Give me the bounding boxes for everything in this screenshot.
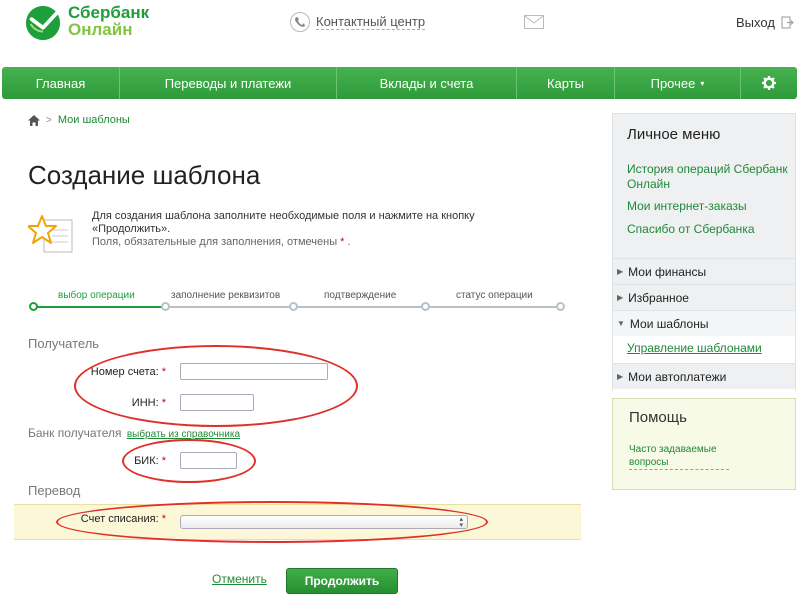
chevron-right-icon: ▶ <box>617 293 624 302</box>
required-mark: * <box>340 236 345 248</box>
inn-input[interactable] <box>180 394 254 411</box>
notice: Для создания шаблона заполните необходим… <box>28 210 522 258</box>
mail-icon[interactable] <box>524 15 544 29</box>
logo-line2: Онлайн <box>68 20 133 39</box>
bank-directory-link[interactable]: выбрать из справочника <box>127 429 240 440</box>
chevron-down-icon: ▾ <box>700 78 705 88</box>
sidebar-link-history[interactable]: История операций Сбербанк Онлайн <box>627 162 789 192</box>
main-nav: Главная Переводы и платежи Вклады и счет… <box>2 67 797 99</box>
nav-item-transfers[interactable]: Переводы и платежи <box>120 67 337 99</box>
header: Сбербанк Онлайн Контактный центр Выход <box>0 0 800 66</box>
chevron-down-icon: ▼ <box>617 319 625 328</box>
faq-link[interactable]: Часто задаваемые вопросы <box>629 443 729 470</box>
annotation-ellipse <box>74 345 358 427</box>
sidebar-item-autopayments[interactable]: ▶ Мои автоплатежи <box>613 363 795 389</box>
step-dot <box>29 302 38 311</box>
contact-center[interactable]: Контактный центр <box>290 12 426 32</box>
step-fill-details: заполнение реквизитов <box>171 290 281 301</box>
step-dot <box>556 302 565 311</box>
cancel-link[interactable]: Отменить <box>212 572 267 586</box>
account-number-input[interactable] <box>180 363 328 380</box>
personal-menu-title: Личное меню <box>627 126 721 143</box>
account-label: Номер счета: * <box>90 366 166 378</box>
chevron-right-icon: ▶ <box>617 267 624 276</box>
bik-label: БИК: * <box>134 455 166 467</box>
breadcrumb-templates[interactable]: Мои шаблоны <box>58 114 130 126</box>
bik-input[interactable] <box>180 452 237 469</box>
star-document-icon <box>28 215 73 253</box>
step-confirm: подтверждение <box>324 290 397 301</box>
sidebar-item-favorites[interactable]: ▶ Избранное <box>613 284 795 310</box>
chevron-right-icon: ▶ <box>617 372 624 381</box>
sberbank-logo-icon <box>25 5 61 41</box>
logo-line1: Сбербанк <box>68 3 150 22</box>
step-status: статус операции <box>456 290 533 301</box>
sidebar-item-templates[interactable]: ▼ Мои шаблоны <box>613 310 795 336</box>
logout-button[interactable]: Выход <box>736 15 794 30</box>
step-dot <box>421 302 430 311</box>
section-bank: Банк получателя выбрать из справочника <box>28 426 241 440</box>
phone-icon <box>290 12 310 32</box>
logout-icon <box>781 16 794 29</box>
step-dot <box>289 302 298 311</box>
contact-center-label[interactable]: Контактный центр <box>316 14 426 30</box>
nav-item-more[interactable]: Прочее ▾ <box>615 67 741 99</box>
sidebar-item-finances[interactable]: ▶ Мои финансы <box>613 258 795 284</box>
nav-item-cards[interactable]: Карты <box>517 67 615 99</box>
logout-label: Выход <box>736 15 775 30</box>
home-icon[interactable] <box>28 114 40 126</box>
page-title: Создание шаблона <box>28 160 261 190</box>
chevron-right-icon: > <box>46 114 52 126</box>
step-select-operation: выбор операции <box>58 290 135 301</box>
debit-account-label: Счет списания: * <box>80 513 166 525</box>
sidebar-link-spasibo[interactable]: Спасибо от Сбербанка <box>627 222 789 237</box>
help-box: Помощь Часто задаваемые вопросы <box>612 398 796 490</box>
step-dot <box>161 302 170 311</box>
sberbank-logo[interactable]: Сбербанк Онлайн <box>24 4 149 42</box>
section-transfer: Перевод <box>28 483 81 498</box>
gear-icon <box>762 76 776 90</box>
sidebar-link-orders[interactable]: Мои интернет-заказы <box>627 199 789 214</box>
nav-item-home[interactable]: Главная <box>2 67 120 99</box>
inn-label: ИНН: * <box>131 397 166 409</box>
help-title: Помощь <box>629 409 687 426</box>
nav-item-deposits[interactable]: Вклады и счета <box>337 67 517 99</box>
personal-menu: Личное меню История операций Сбербанк Он… <box>612 113 796 390</box>
notice-text: Для создания шаблона заполните необходим… <box>92 210 475 235</box>
notice-required: Поля, обязательные для заполнения, отмеч… <box>92 236 338 248</box>
settings-button[interactable] <box>741 67 797 99</box>
progress-steps: выбор операции заполнение реквизитов под… <box>29 290 565 312</box>
continue-button[interactable]: Продолжить <box>286 568 398 594</box>
sidebar-link-manage-templates[interactable]: Управление шаблонами <box>627 341 762 355</box>
debit-account-select[interactable]: ▴ ▾ <box>180 515 468 529</box>
select-arrows-icon: ▴ ▾ <box>459 516 463 529</box>
breadcrumb: > Мои шаблоны <box>28 114 130 126</box>
section-recipient: Получатель <box>28 336 100 351</box>
